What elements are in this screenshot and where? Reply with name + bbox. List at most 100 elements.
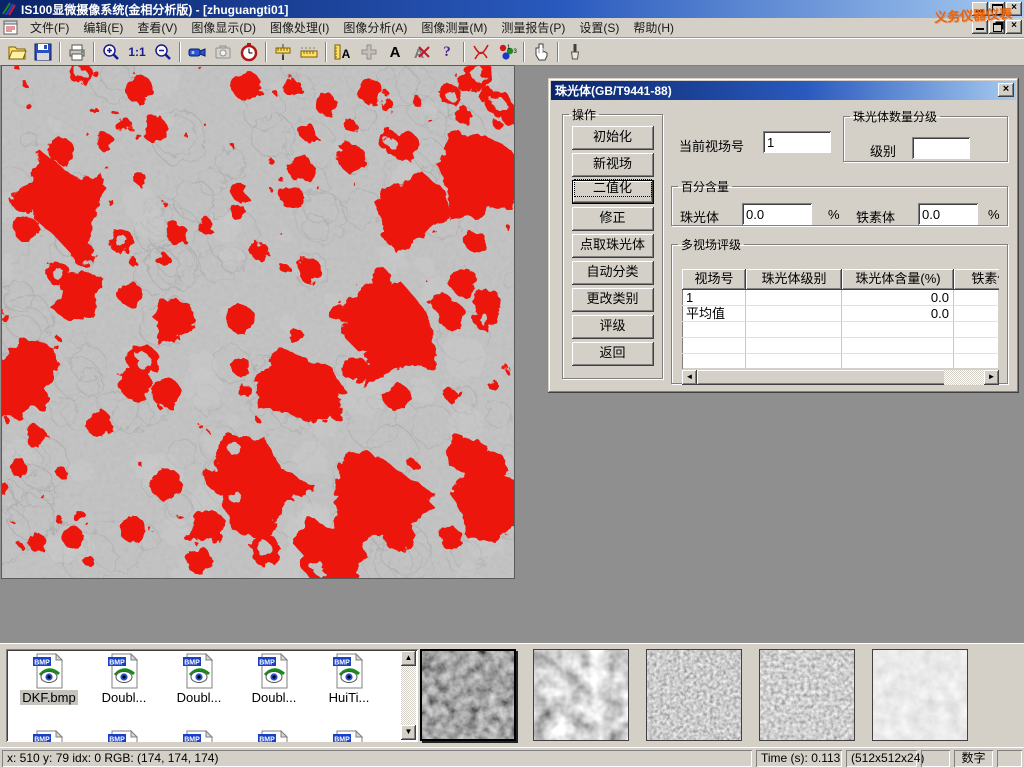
multifield-table[interactable]: 视场号 珠光体级别 珠光体含量(%) 铁素体含量(%) 1 0.0 — [682, 269, 999, 369]
classify-rgb-button[interactable]: 13 — [494, 40, 520, 64]
help-button[interactable]: ? — [434, 40, 460, 64]
scroll-thumb[interactable] — [697, 370, 959, 385]
vertical-ruler-icon — [273, 42, 293, 62]
file-label: HuiTi... — [327, 690, 372, 705]
menu-item-help[interactable]: 帮助(H) — [626, 17, 681, 38]
file-item[interactable] — [87, 730, 161, 742]
new-field-button[interactable]: 新视场 — [572, 153, 654, 177]
table-header-row: 视场号 珠光体级别 珠光体含量(%) 铁素体含量(%) — [682, 269, 999, 290]
thumbnail-5[interactable] — [872, 649, 968, 741]
auto-classify-button[interactable]: 自动分类 — [572, 261, 654, 285]
grade-button[interactable]: 评级 — [572, 315, 654, 339]
child-restore-button[interactable] — [989, 20, 1005, 34]
dialog-titlebar[interactable]: 珠光体(GB/T9441-88) × — [551, 81, 1016, 100]
curve-tool-button[interactable] — [468, 40, 494, 64]
menu-item-image-analysis[interactable]: 图像分析(A) — [336, 17, 414, 38]
print-button[interactable] — [64, 40, 90, 64]
scroll-up-button[interactable]: ▲ — [401, 651, 416, 666]
save-button[interactable] — [30, 40, 56, 64]
operation-group-label: 操作 — [569, 106, 599, 123]
multifield-group-label: 多视场评级 — [678, 236, 744, 253]
menu-item-image-measure[interactable]: 图像测量(M) — [414, 17, 494, 38]
file-item[interactable]: HuiTi... — [312, 653, 386, 705]
binarize-button[interactable]: 二值化 — [572, 180, 654, 204]
child-minimize-button[interactable] — [972, 20, 988, 34]
close-button[interactable]: × — [1006, 2, 1022, 16]
menu-item-edit[interactable]: 编辑(E) — [76, 17, 130, 38]
file-item[interactable]: Doubl... — [162, 653, 236, 705]
zoom-in-button[interactable] — [98, 40, 124, 64]
file-label: Doubl... — [250, 690, 299, 705]
horizontal-measure-button[interactable] — [296, 40, 322, 64]
brush-icon — [565, 42, 585, 62]
thumbnail-3[interactable] — [646, 649, 742, 741]
thumbnail-1[interactable] — [420, 649, 516, 741]
header-cell[interactable]: 珠光体级别 — [746, 269, 842, 290]
zoom-in-icon — [101, 42, 121, 62]
text-button[interactable]: A — [382, 40, 408, 64]
table-row[interactable]: 平均值 0.0 — [682, 306, 999, 322]
scroll-track[interactable] — [944, 370, 984, 385]
text-delete-button[interactable]: A — [408, 40, 434, 64]
change-class-button[interactable]: 更改类别 — [572, 288, 654, 312]
pointer-tool-button[interactable] — [528, 40, 554, 64]
open-folder-icon — [7, 42, 27, 62]
thumbnail-2[interactable] — [533, 649, 629, 741]
menu-item-view[interactable]: 查看(V) — [130, 17, 184, 38]
scroll-down-button[interactable]: ▼ — [401, 725, 416, 740]
file-item[interactable] — [162, 730, 236, 742]
minimize-button[interactable] — [972, 2, 988, 16]
open-button[interactable] — [4, 40, 30, 64]
menu-item-report[interactable]: 测量报告(P) — [494, 17, 572, 38]
table-row[interactable]: 1 0.0 — [682, 290, 999, 306]
header-cell[interactable]: 珠光体含量(%) — [842, 269, 954, 290]
grade-level-input[interactable] — [912, 137, 970, 159]
grade-group: 珠光体数量分级 级别 — [843, 108, 1008, 162]
correct-button[interactable]: 修正 — [572, 207, 654, 231]
operation-group: 操作 初始化 新视场 二值化 修正 点取珠光体 自动分类 更改类别 评级 返回 — [562, 106, 663, 379]
maximize-button[interactable] — [989, 2, 1005, 16]
file-label: Doubl... — [175, 690, 224, 705]
pick-pearlite-button[interactable]: 点取珠光体 — [572, 234, 654, 258]
dialog-close-button[interactable]: × — [998, 83, 1014, 97]
zoom-out-button[interactable] — [150, 40, 176, 64]
file-item[interactable] — [12, 730, 86, 742]
file-item[interactable]: Doubl... — [87, 653, 161, 705]
file-item[interactable] — [312, 730, 386, 742]
camera-icon — [213, 42, 233, 62]
menu-item-file[interactable]: 文件(F) — [23, 17, 76, 38]
timer-button[interactable] — [236, 40, 262, 64]
vertical-measure-button[interactable] — [270, 40, 296, 64]
ferrite-percent-input[interactable] — [918, 203, 978, 225]
thumbnail-4[interactable] — [759, 649, 855, 741]
current-field-label: 当前视场号 — [679, 136, 744, 155]
file-item[interactable]: DKF.bmp — [12, 653, 86, 705]
scroll-left-button[interactable]: ◄ — [682, 370, 697, 385]
child-close-button[interactable]: × — [1006, 20, 1022, 34]
header-cell[interactable]: 视场号 — [682, 269, 746, 290]
titlebar: IS100显微摄像系统(金相分析版) - [zhuguangti01] × — [0, 0, 1024, 18]
bottom-panel: DKF.bmp Doubl... Doubl... Doubl... HuiTi… — [0, 643, 1024, 747]
menu-item-image-display[interactable]: 图像显示(D) — [184, 17, 263, 38]
header-cell[interactable]: 铁素体含量(%) — [954, 269, 999, 290]
file-item[interactable]: Doubl... — [237, 653, 311, 705]
return-button[interactable]: 返回 — [572, 342, 654, 366]
pearlite-percent-input[interactable] — [742, 203, 812, 225]
file-list[interactable]: DKF.bmp Doubl... Doubl... Doubl... HuiTi… — [6, 649, 418, 742]
current-field-input[interactable] — [763, 131, 831, 153]
table-row — [682, 354, 999, 369]
table-hscrollbar[interactable]: ◄ ► — [682, 370, 999, 385]
camera-button[interactable] — [210, 40, 236, 64]
menu-item-image-process[interactable]: 图像处理(I) — [263, 17, 336, 38]
video-capture-button[interactable] — [184, 40, 210, 64]
menu-item-settings[interactable]: 设置(S) — [572, 17, 626, 38]
micrograph-image[interactable] — [2, 66, 514, 578]
actual-size-button[interactable]: 1:1 — [124, 40, 150, 64]
file-item[interactable] — [237, 730, 311, 742]
text-measure-button[interactable]: A — [330, 40, 356, 64]
brush-tool-button[interactable] — [562, 40, 588, 64]
scroll-right-button[interactable]: ► — [984, 370, 999, 385]
init-button[interactable]: 初始化 — [572, 126, 654, 150]
file-list-scrollbar[interactable]: ▲ ▼ — [401, 651, 416, 740]
move-cross-button[interactable] — [356, 40, 382, 64]
